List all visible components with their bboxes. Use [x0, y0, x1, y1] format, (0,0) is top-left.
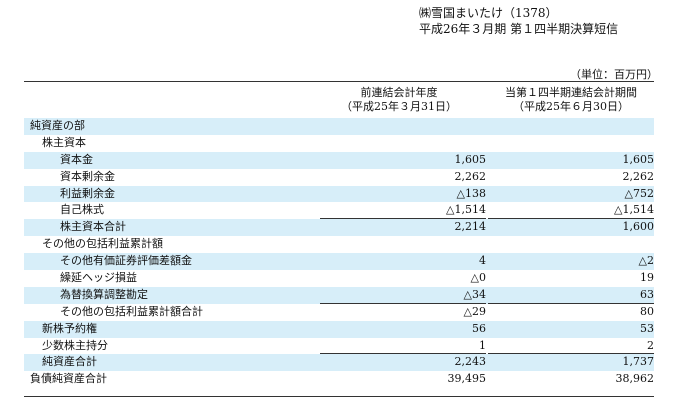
table-row: その他の包括利益累計額合計 △29 80 [24, 304, 654, 321]
prior-year-value: △1,514 [446, 203, 486, 217]
column-header-prior-year: 前連結会計年度 （平成25年３月31日） [320, 86, 478, 114]
row-label: 株主資本合計 [60, 220, 126, 234]
table-row: 株主資本 [24, 135, 654, 152]
row-label: 為替換算調整勘定 [60, 287, 148, 301]
table-row: 資本剰余金 2,262 2,262 [24, 169, 654, 186]
current-quarter-value: 63 [640, 287, 654, 301]
current-quarter-value: 1,737 [622, 355, 655, 369]
table-row: 少数株主持分 1 2 [24, 338, 654, 355]
current-quarter-title: 当第１四半期連結会計期間 [505, 86, 637, 99]
table-row: 利益剰余金 △138 △752 [24, 185, 654, 203]
table-row: その他有価証券評価差額金 4 △2 [24, 253, 654, 271]
row-label: 純資産合計 [42, 355, 97, 369]
prior-year-value: 1,605 [454, 152, 487, 166]
company-name: ㈱雪国まいたけ（1378） [419, 6, 558, 20]
row-label: 利益剰余金 [60, 186, 115, 200]
row-label: 資本金 [60, 152, 93, 166]
table-row: 純資産の部 [24, 118, 654, 135]
current-quarter-value: 19 [640, 271, 654, 285]
report-title: 平成26年３月期 第１四半期決算短信 [419, 22, 619, 36]
balance-sheet-table: 純資産の部株主資本資本金 1,605 1,605 資本剰余金 2,262 2,262 利益剰… [24, 118, 654, 388]
current-quarter-value: △752 [624, 186, 654, 200]
table-row: 純資産合計 2,243 1,737 [24, 354, 655, 372]
row-label: 自己株式 [60, 203, 104, 217]
row-label: 負債純資産合計 [30, 372, 107, 386]
prior-year-value: 2,243 [454, 355, 487, 369]
current-quarter-value: 1,600 [622, 220, 655, 234]
row-label: 少数株主持分 [42, 338, 108, 352]
table-row: 為替換算調整勘定 △34 63 [24, 286, 654, 304]
prior-year-value: △138 [456, 186, 486, 200]
column-header: 前連結会計年度 （平成25年３月31日） 当第１四半期連結会計期間 （平成25年… [24, 81, 654, 119]
unit-label: （単位：百万円） [570, 68, 658, 81]
prior-year-date: （平成25年３月31日） [341, 100, 457, 113]
prior-year-value: 2,214 [454, 220, 487, 234]
prior-year-value: 2,262 [454, 169, 487, 183]
current-quarter-date: （平成25年６月30日） [513, 100, 629, 113]
current-quarter-value: 1,605 [622, 152, 655, 166]
table-row: 負債純資産合計 39,495 38,962 [24, 371, 654, 388]
prior-year-value: 39,495 [447, 372, 487, 386]
current-quarter-value: △1,514 [614, 203, 654, 217]
column-header-current-quarter: 当第１四半期連結会計期間 （平成25年６月30日） [488, 86, 654, 114]
current-quarter-value: 53 [640, 321, 654, 335]
row-label: 純資産の部 [30, 119, 85, 132]
prior-year-value: △34 [463, 287, 486, 301]
prior-year-value: 56 [472, 321, 486, 335]
table-row: その他の包括利益累計額 [24, 236, 654, 253]
current-quarter-value: 2,262 [622, 169, 655, 183]
row-label: その他の包括利益累計額合計 [60, 304, 203, 318]
row-label: 新株予約権 [42, 321, 97, 335]
current-quarter-value: 80 [640, 304, 654, 318]
prior-year-value: 1 [479, 338, 486, 352]
prior-year-title: 前連結会計年度 [360, 86, 438, 99]
current-quarter-value: 38,962 [615, 372, 655, 386]
row-label: 株主資本 [42, 135, 86, 149]
table-bottom-rule [24, 396, 654, 397]
current-quarter-value: 2 [647, 338, 654, 352]
table-row: 自己株式 △1,514 △1,514 [24, 202, 654, 220]
row-label: 資本剰余金 [60, 169, 115, 183]
prior-year-value: △29 [463, 304, 486, 318]
table-row: 資本金 1,605 1,605 [24, 151, 655, 169]
table-row: 株主資本合計 2,214 1,600 [24, 219, 655, 237]
row-label: その他の包括利益累計額 [42, 237, 163, 251]
row-label: その他有価証券評価差額金 [60, 254, 192, 268]
prior-year-value: 4 [479, 254, 486, 268]
row-label: 繰延ヘッジ損益 [60, 271, 137, 285]
prior-year-value: △0 [470, 271, 486, 285]
table-row: 新株予約権 56 53 [24, 320, 654, 338]
current-quarter-value: △2 [638, 254, 654, 268]
table-row: 繰延ヘッジ損益 △0 19 [24, 270, 654, 287]
